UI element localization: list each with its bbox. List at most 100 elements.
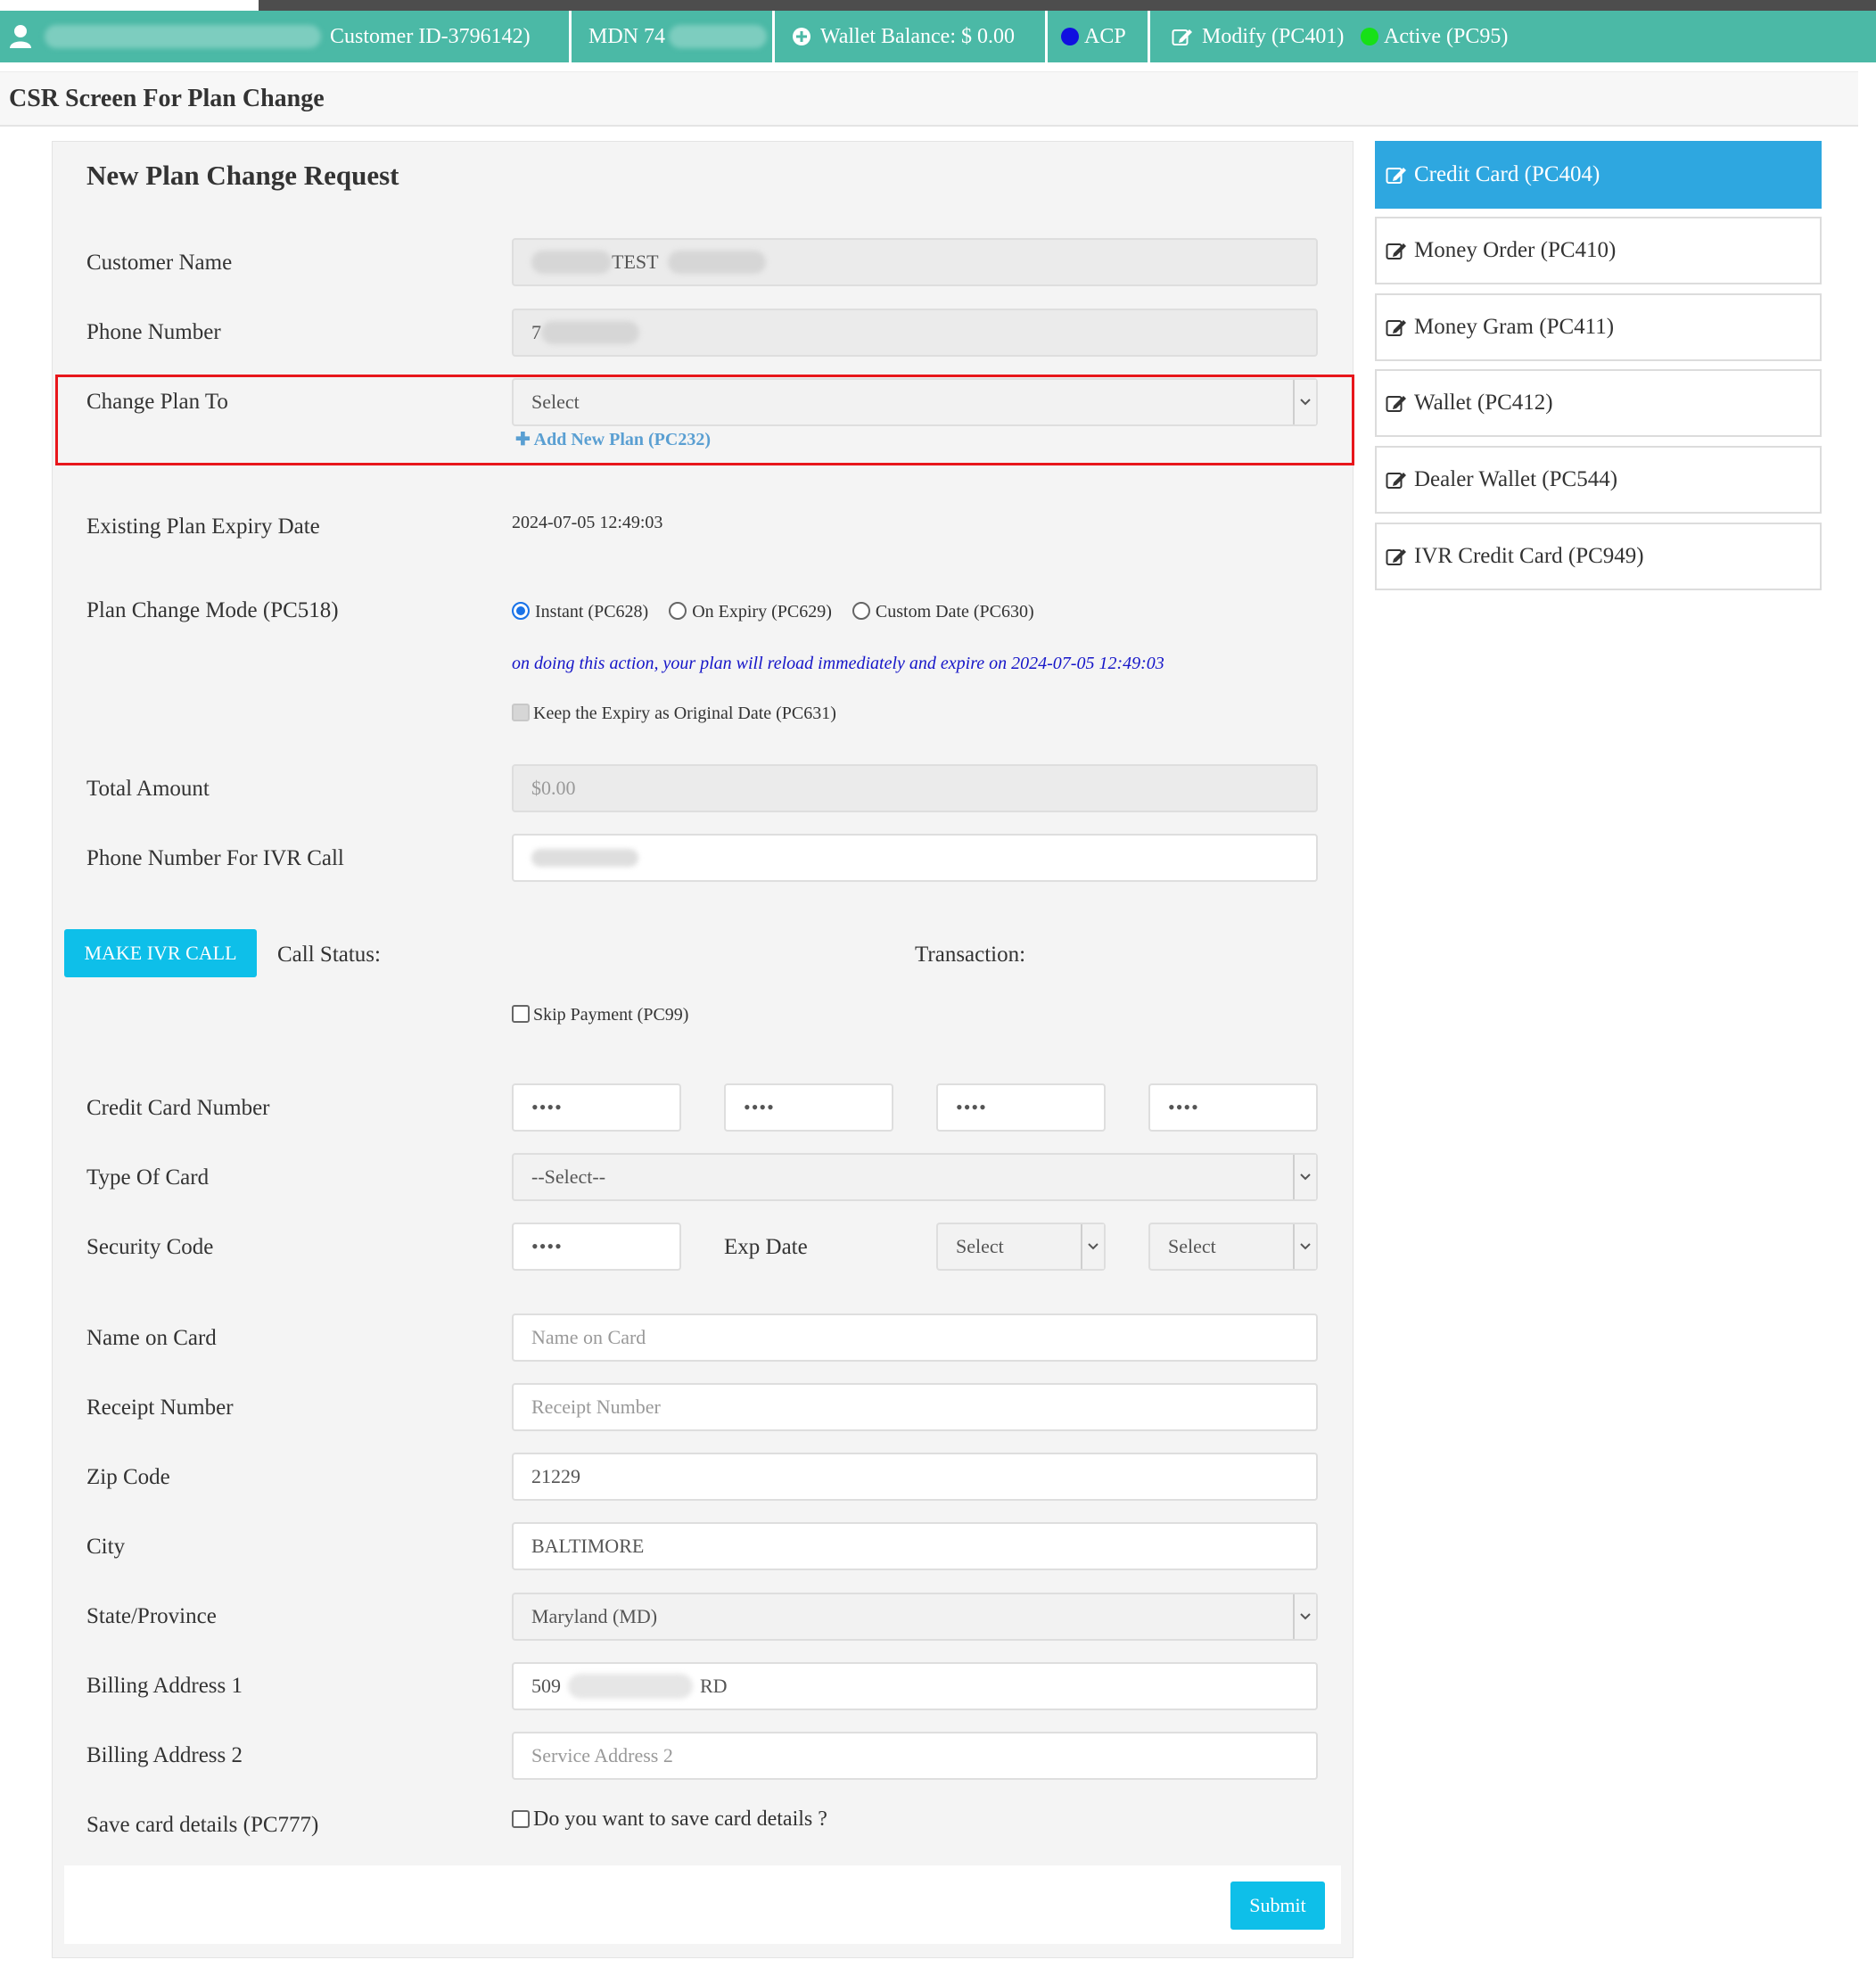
zip-code-input[interactable]: 21229 <box>512 1453 1318 1501</box>
edit-icon <box>1386 317 1407 337</box>
billing-address-1-label: Billing Address 1 <box>86 1674 243 1698</box>
zip-code-label: Zip Code <box>86 1465 170 1489</box>
checkbox-disabled-icon <box>512 704 530 721</box>
radio-icon <box>669 602 687 620</box>
receipt-number-label: Receipt Number <box>86 1396 234 1420</box>
state-select[interactable]: Maryland (MD) <box>512 1593 1318 1641</box>
status-label: Active (PC95) <box>1384 24 1509 48</box>
redacted-last-name <box>667 251 766 274</box>
card-number-part-3[interactable]: •••• <box>936 1083 1106 1132</box>
chevron-down-icon <box>1081 1224 1104 1269</box>
customer-header-bar: Customer ID-3796142) MDN 74 Wallet Balan… <box>0 11 1876 62</box>
page-title: CSR Screen For Plan Change <box>9 85 325 112</box>
radio-instant[interactable]: Instant (PC628) <box>512 602 648 622</box>
mdn-segment: MDN 74 <box>588 11 768 62</box>
wallet-segment: Wallet Balance: $ 0.00 <box>792 11 1015 62</box>
submit-button[interactable]: Submit <box>1230 1882 1325 1930</box>
customer-name-value: TEST <box>612 251 659 273</box>
redacted-first-name <box>531 251 612 274</box>
payment-ivr-credit-card[interactable]: IVR Credit Card (PC949) <box>1375 523 1822 590</box>
name-on-card-label: Name on Card <box>86 1326 217 1350</box>
ivr-phone-label: Phone Number For IVR Call <box>86 846 344 870</box>
save-card-label: Save card details (PC777) <box>86 1813 319 1837</box>
exp-month-select[interactable]: Select <box>936 1223 1106 1271</box>
status-segment: Active (PC95) <box>1361 11 1508 62</box>
add-new-plan-link[interactable]: ✚ Add New Plan (PC232) <box>515 428 711 450</box>
ivr-phone-input[interactable] <box>512 834 1318 882</box>
customer-name-field: TEST <box>512 238 1318 286</box>
edit-icon <box>1386 165 1407 185</box>
billing-address-2-label: Billing Address 2 <box>86 1743 243 1767</box>
top-strip-dark <box>259 0 1876 11</box>
radio-on-expiry[interactable]: On Expiry (PC629) <box>669 602 832 622</box>
plan-mode-note: on doing this action, your plan will rel… <box>512 654 1164 673</box>
payment-wallet[interactable]: Wallet (PC412) <box>1375 369 1822 437</box>
security-code-input[interactable]: •••• <box>512 1223 681 1271</box>
name-on-card-input[interactable]: Name on Card <box>512 1313 1318 1362</box>
card-type-select[interactable]: --Select-- <box>512 1153 1318 1201</box>
form-footer <box>64 1865 1341 1944</box>
chevron-down-icon <box>1293 1594 1316 1639</box>
exp-year-select[interactable]: Select <box>1148 1223 1318 1271</box>
total-amount-field: $0.00 <box>512 764 1318 812</box>
customer-id: Customer ID-3796142) <box>330 24 531 48</box>
customer-id-segment: Customer ID-3796142) <box>45 11 531 62</box>
top-strip <box>0 0 1876 11</box>
keep-expiry-checkbox: Keep the Expiry as Original Date (PC631) <box>512 704 836 724</box>
card-type-label: Type Of Card <box>86 1165 210 1190</box>
edit-icon <box>1386 547 1407 566</box>
payment-dealer-wallet[interactable]: Dealer Wallet (PC544) <box>1375 446 1822 514</box>
redacted-name <box>45 25 321 48</box>
save-card-checkbox[interactable]: Do you want to save card details ? <box>512 1807 827 1832</box>
redacted-street <box>568 1674 693 1699</box>
billing-address-2-input[interactable]: Service Address 2 <box>512 1732 1318 1780</box>
expiry-value: 2024-07-05 12:49:03 <box>512 513 663 532</box>
radio-icon <box>852 602 870 620</box>
phone-number-field: 7 <box>512 309 1318 357</box>
header-divider <box>569 11 572 62</box>
mdn: MDN 74 <box>588 24 666 48</box>
phone-number-value: 7 <box>531 321 541 343</box>
card-number-part-1[interactable]: •••• <box>512 1083 681 1132</box>
acp-dot-icon <box>1061 28 1079 45</box>
redacted-mdn <box>669 25 768 48</box>
header-divider <box>772 11 775 62</box>
skip-payment-checkbox[interactable]: Skip Payment (PC99) <box>512 1005 688 1025</box>
radio-custom-date[interactable]: Custom Date (PC630) <box>852 602 1034 622</box>
payment-money-order[interactable]: Money Order (PC410) <box>1375 217 1822 284</box>
card-number-part-4[interactable]: •••• <box>1148 1083 1318 1132</box>
call-status-label: Call Status: <box>277 943 381 967</box>
city-input[interactable]: BALTIMORE <box>512 1522 1318 1570</box>
city-label: City <box>86 1535 126 1559</box>
plus-circle-icon <box>792 27 811 46</box>
plus-icon: ✚ <box>515 430 531 449</box>
chevron-down-icon <box>1293 1155 1316 1199</box>
wallet-balance: Wallet Balance: $ 0.00 <box>820 24 1015 48</box>
card-type-value: --Select-- <box>531 1165 606 1188</box>
plan-mode-label: Plan Change Mode (PC518) <box>86 598 339 622</box>
security-code-label: Security Code <box>86 1235 214 1259</box>
plan-mode-options: Instant (PC628) On Expiry (PC629) Custom… <box>512 602 1034 622</box>
header-divider <box>1045 11 1048 62</box>
edit-icon <box>1172 27 1193 46</box>
total-amount-label: Total Amount <box>86 777 210 801</box>
user-icon <box>9 11 32 62</box>
redacted-ivr-phone <box>531 849 638 867</box>
edit-icon <box>1386 470 1407 490</box>
checkbox-icon <box>512 1810 530 1828</box>
modify-label: Modify (PC401) <box>1202 24 1345 48</box>
state-label: State/Province <box>86 1604 217 1628</box>
receipt-number-input[interactable]: Receipt Number <box>512 1383 1318 1431</box>
modify-link[interactable]: Modify (PC401) <box>1172 11 1344 62</box>
chevron-down-icon <box>1293 1224 1316 1269</box>
payment-money-gram[interactable]: Money Gram (PC411) <box>1375 293 1822 361</box>
payment-credit-card[interactable]: Credit Card (PC404) <box>1375 141 1822 209</box>
edit-icon <box>1386 393 1407 413</box>
acp-label: ACP <box>1084 24 1126 48</box>
phone-number-label: Phone Number <box>86 320 221 344</box>
billing-address-1-input[interactable]: 509 RD <box>512 1662 1318 1710</box>
change-plan-highlight <box>55 375 1354 465</box>
card-number-part-2[interactable]: •••• <box>724 1083 893 1132</box>
state-value: Maryland (MD) <box>531 1605 658 1627</box>
make-ivr-call-button[interactable]: MAKE IVR CALL <box>64 929 257 977</box>
